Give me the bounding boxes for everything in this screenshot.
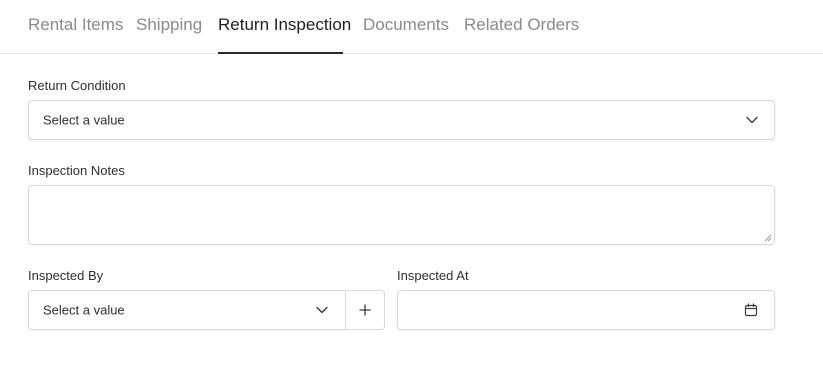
chevron-down-icon <box>746 116 758 124</box>
tab-documents[interactable]: Documents <box>363 14 449 36</box>
inspected-at-label: Inspected At <box>397 268 469 283</box>
tab-related-orders[interactable]: Related Orders <box>464 14 579 36</box>
inspected-at-input[interactable] <box>397 290 775 330</box>
tab-bar: Rental Items Shipping Return Inspection … <box>0 0 823 54</box>
tab-return-inspection[interactable]: Return Inspection <box>218 14 351 36</box>
chevron-down-icon <box>316 306 328 314</box>
tab-rental-items[interactable]: Rental Items <box>28 14 123 36</box>
return-condition-value: Select a value <box>43 112 125 128</box>
calendar-icon[interactable] <box>744 303 758 317</box>
plus-icon <box>359 304 371 316</box>
return-condition-label: Return Condition <box>28 78 126 93</box>
resize-grip-icon[interactable] <box>764 234 772 242</box>
tab-shipping[interactable]: Shipping <box>136 14 202 36</box>
active-tab-indicator <box>218 52 343 54</box>
return-condition-select[interactable]: Select a value <box>28 100 775 140</box>
inspected-by-select[interactable]: Select a value <box>28 290 346 330</box>
inspected-by-label: Inspected By <box>28 268 104 283</box>
inspected-by-value: Select a value <box>43 302 125 318</box>
add-inspector-button[interactable] <box>345 290 385 330</box>
inspection-notes-textarea[interactable] <box>28 185 775 245</box>
inspection-notes-label: Inspection Notes <box>28 163 125 178</box>
